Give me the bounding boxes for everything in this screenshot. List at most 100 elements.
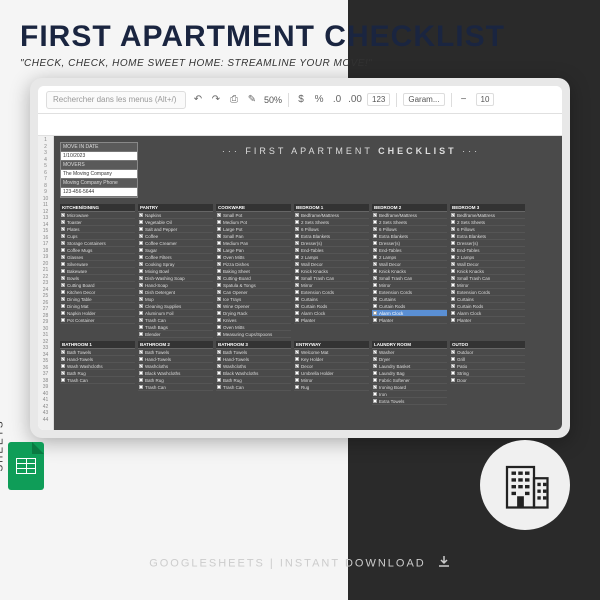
checkbox[interactable] <box>61 378 65 382</box>
checkbox[interactable] <box>61 371 65 375</box>
checkbox[interactable] <box>217 269 221 273</box>
checklist-item[interactable]: 2 Sets Sheets <box>372 219 447 226</box>
checkbox[interactable] <box>373 269 377 273</box>
checklist-item[interactable]: Curtain Rods <box>372 303 447 310</box>
checklist-item[interactable]: Alarm Clock <box>372 310 447 317</box>
checklist-item[interactable]: Extension Cords <box>294 289 369 296</box>
checklist-item[interactable]: End-Tables <box>294 247 369 254</box>
checkbox[interactable] <box>61 283 65 287</box>
checklist-item[interactable]: Aluminum Foil <box>138 310 213 317</box>
checkbox[interactable] <box>139 364 143 368</box>
checklist-item[interactable]: Bath Towels <box>216 349 291 356</box>
checkbox[interactable] <box>373 311 377 315</box>
checklist-item[interactable]: Toaster <box>60 219 135 226</box>
checkbox[interactable] <box>61 269 65 273</box>
checklist-item[interactable]: Baking Sheet <box>216 268 291 275</box>
checklist-item[interactable]: Mirror <box>450 282 525 289</box>
checklist-item[interactable]: Napkins <box>138 212 213 219</box>
checkbox[interactable] <box>295 220 299 224</box>
checkbox[interactable] <box>139 318 143 322</box>
checklist-item[interactable]: Plates <box>60 226 135 233</box>
checkbox[interactable] <box>61 220 65 224</box>
checkbox[interactable] <box>217 357 221 361</box>
checkbox[interactable] <box>373 399 377 403</box>
checkbox[interactable] <box>295 283 299 287</box>
checkbox[interactable] <box>61 227 65 231</box>
checklist-item[interactable]: Sugar <box>138 247 213 254</box>
checkbox[interactable] <box>295 311 299 315</box>
number-format[interactable]: 123 <box>367 93 390 106</box>
checklist-item[interactable]: Kitchen Decor <box>60 289 135 296</box>
checklist-item[interactable]: 6 Pillows <box>450 226 525 233</box>
checklist-item[interactable]: Dining Table <box>60 296 135 303</box>
checkbox[interactable] <box>217 255 221 259</box>
checkbox[interactable] <box>373 283 377 287</box>
checklist-item[interactable]: Curtain Rods <box>294 303 369 310</box>
checkbox[interactable] <box>373 255 377 259</box>
checkbox[interactable] <box>139 241 143 245</box>
checkbox[interactable] <box>373 241 377 245</box>
checklist-item[interactable]: Trash Can <box>138 384 213 391</box>
checklist-item[interactable]: Wine Opener <box>216 303 291 310</box>
checklist-item[interactable]: Bath Towels <box>138 349 213 356</box>
checkbox[interactable] <box>373 213 377 217</box>
checkbox[interactable] <box>373 371 377 375</box>
checklist-item[interactable]: 2 Sets Sheets <box>294 219 369 226</box>
checkbox[interactable] <box>139 371 143 375</box>
checkbox[interactable] <box>217 371 221 375</box>
checkbox[interactable] <box>139 220 143 224</box>
menu-search[interactable]: Rechercher dans les menus (Alt+/) <box>46 91 186 109</box>
checkbox[interactable] <box>217 318 221 322</box>
checkbox[interactable] <box>217 276 221 280</box>
checklist-item[interactable]: Iron <box>372 391 447 398</box>
checklist-item[interactable]: Alarm Clock <box>450 310 525 317</box>
checklist-item[interactable]: Laundry Basket <box>372 363 447 370</box>
checkbox[interactable] <box>373 227 377 231</box>
checkbox[interactable] <box>217 234 221 238</box>
checklist-item[interactable]: 2 Lamps <box>294 254 369 261</box>
checklist-item[interactable]: Storage Containers <box>60 240 135 247</box>
checklist-item[interactable]: Cooking Spray <box>138 261 213 268</box>
checkbox[interactable] <box>451 241 455 245</box>
checklist-item[interactable]: Knives <box>216 317 291 324</box>
checkbox[interactable] <box>217 385 221 389</box>
checklist-item[interactable]: Knick Knacks <box>372 268 447 275</box>
checklist-item[interactable]: Extra Blankets <box>450 233 525 240</box>
checkbox[interactable] <box>451 290 455 294</box>
checklist-item[interactable]: Outdoor <box>450 349 525 356</box>
checklist-item[interactable]: Door <box>450 377 525 384</box>
checkbox[interactable] <box>451 269 455 273</box>
checkbox[interactable] <box>295 350 299 354</box>
checkbox[interactable] <box>217 227 221 231</box>
increase-decimal[interactable]: .00 <box>349 94 361 106</box>
checklist-item[interactable]: Trash Can <box>216 384 291 391</box>
checkbox[interactable] <box>373 290 377 294</box>
checklist-item[interactable]: End-Tables <box>372 247 447 254</box>
checklist-item[interactable]: Vegetable Oil <box>138 219 213 226</box>
checkbox[interactable] <box>61 350 65 354</box>
checklist-item[interactable]: 2 Lamps <box>450 254 525 261</box>
checklist-item[interactable]: Dresser(s) <box>294 240 369 247</box>
checkbox[interactable] <box>139 332 143 336</box>
checkbox[interactable] <box>139 350 143 354</box>
paint-icon[interactable]: ✎ <box>246 94 258 106</box>
checklist-item[interactable]: Laundry Bag <box>372 370 447 377</box>
checkbox[interactable] <box>139 269 143 273</box>
checklist-item[interactable]: Extension Cords <box>450 289 525 296</box>
checkbox[interactable] <box>295 262 299 266</box>
checklist-item[interactable]: Cutting-Board <box>216 275 291 282</box>
checklist-item[interactable]: Bedframe/Mattress <box>450 212 525 219</box>
checklist-item[interactable]: Ice Trays <box>216 296 291 303</box>
checklist-item[interactable]: Measuring Cups/Spoons <box>216 331 291 338</box>
checklist-item[interactable]: Salt and Pepper <box>138 226 213 233</box>
decrease-decimal[interactable]: .0 <box>331 94 343 106</box>
checkbox[interactable] <box>295 248 299 252</box>
checkbox[interactable] <box>451 318 455 322</box>
percent-icon[interactable]: % <box>313 94 325 106</box>
checklist-item[interactable]: Curtain Rods <box>450 303 525 310</box>
checkbox[interactable] <box>373 248 377 252</box>
checklist-item[interactable]: 2 Sets Sheets <box>450 219 525 226</box>
checklist-item[interactable]: Small Trash Can <box>450 275 525 282</box>
checkbox[interactable] <box>451 283 455 287</box>
checkbox[interactable] <box>451 364 455 368</box>
